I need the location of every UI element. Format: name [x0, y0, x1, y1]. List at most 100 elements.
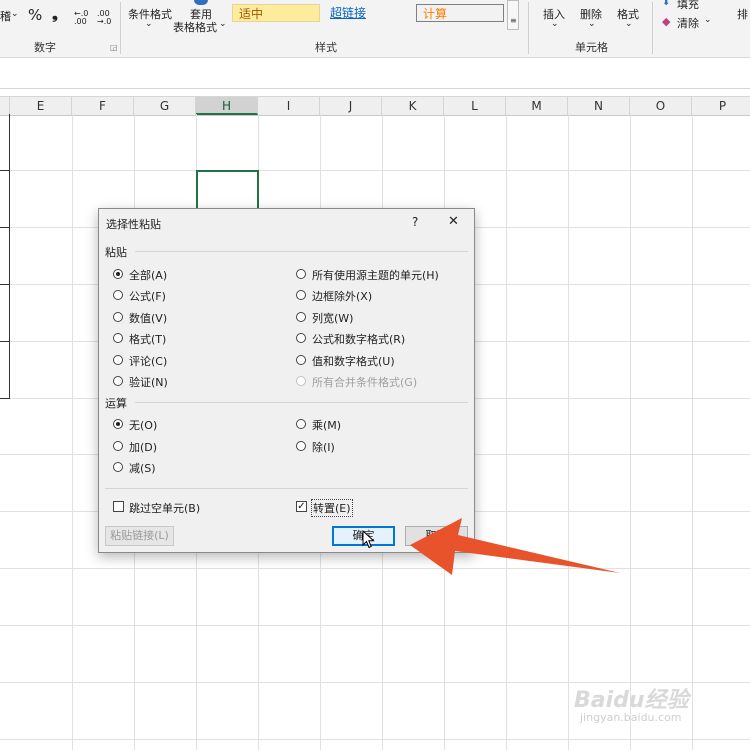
radio-paste-formulas[interactable]: [113, 290, 123, 300]
radio-op-subtract[interactable]: [113, 462, 123, 472]
table-border: [0, 227, 10, 228]
radio-paste-no-borders[interactable]: [296, 290, 306, 300]
column-header-n[interactable]: N: [568, 97, 630, 115]
grid-line: [506, 114, 507, 750]
radio-paste-validation-label[interactable]: 验证(N): [129, 374, 168, 390]
operation-section-label: 运算: [105, 397, 127, 410]
radio-op-subtract-label[interactable]: 减(S): [129, 460, 156, 476]
styles-scrollbar[interactable]: ≡: [507, 0, 519, 30]
ribbon: 稽 ⌄ % ❟ ←.0 .00 .00 →.0 数字 ◲ 条件格式 ⌄ 套用 表…: [0, 0, 750, 58]
chevron-down-icon: ⌄: [219, 19, 227, 29]
radio-op-add[interactable]: [113, 441, 123, 451]
column-header-p[interactable]: P: [692, 97, 750, 115]
column-header-k[interactable]: K: [382, 97, 444, 115]
radio-paste-formulas-label[interactable]: 公式(F): [129, 288, 166, 304]
paste-special-dialog: 选择性粘贴 ? ✕ 粘贴 全部(A) 公式(F) 数值(V) 格式(T) 评论(…: [98, 208, 475, 553]
grid-line: [0, 625, 750, 626]
section-divider: [105, 488, 468, 489]
radio-paste-column-widths-label[interactable]: 列宽(W): [312, 310, 353, 326]
column-header-m[interactable]: M: [506, 97, 568, 115]
table-border: [0, 398, 10, 399]
column-header-j[interactable]: J: [320, 97, 382, 115]
separator: [528, 2, 529, 54]
separator: [120, 2, 121, 54]
mouse-cursor-icon: [362, 530, 375, 549]
dialog-launcher-icon[interactable]: ◲: [110, 43, 118, 52]
grid-line: [0, 568, 750, 569]
number-group-label: 数字: [34, 41, 56, 54]
table-border: [0, 341, 10, 342]
radio-paste-column-widths[interactable]: [296, 312, 306, 322]
radio-op-multiply[interactable]: [296, 419, 306, 429]
radio-paste-comments[interactable]: [113, 355, 123, 365]
column-header-i[interactable]: I: [258, 97, 320, 115]
skip-blanks-label[interactable]: 跳过空单元(B): [129, 500, 200, 516]
table-format-label-2[interactable]: 表格格式: [173, 19, 217, 35]
radio-op-divide-label[interactable]: 除(I): [312, 439, 335, 455]
column-header-o[interactable]: O: [630, 97, 692, 115]
column-header-l[interactable]: L: [444, 97, 506, 115]
dropdown-arrow-icon[interactable]: ⌄: [11, 9, 19, 19]
column-header-h[interactable]: H: [196, 97, 258, 115]
table-format-icon: [194, 0, 208, 5]
comma-style-button[interactable]: ❟: [52, 5, 58, 23]
decrease-decimal-button[interactable]: .00 →.0: [97, 10, 115, 26]
radio-paste-formats-label[interactable]: 格式(T): [129, 331, 166, 347]
radio-op-divide[interactable]: [296, 441, 306, 451]
radio-paste-comments-label[interactable]: 评论(C): [129, 353, 167, 369]
increase-decimal-button[interactable]: ←.0 .00: [74, 10, 92, 26]
radio-op-none-label[interactable]: 无(O): [129, 417, 157, 433]
radio-paste-values-numbers-label[interactable]: 值和数字格式(U): [312, 353, 395, 369]
radio-paste-no-borders-label[interactable]: 边框除外(X): [312, 288, 372, 304]
section-divider: [135, 251, 468, 252]
more-styles-icon: ≡: [510, 16, 517, 25]
radio-paste-all-label[interactable]: 全部(A): [129, 267, 167, 283]
grid-line: [630, 114, 631, 750]
radio-paste-formulas-numbers[interactable]: [296, 333, 306, 343]
style-calculation[interactable]: 计算: [416, 4, 504, 22]
chevron-down-icon: ⌄: [551, 19, 559, 29]
sort-button-partial[interactable]: 排: [737, 6, 748, 22]
styles-group-label: 样式: [315, 41, 337, 54]
style-neutral[interactable]: 适中: [232, 4, 320, 22]
radio-paste-all[interactable]: [113, 269, 123, 279]
radio-paste-values-label[interactable]: 数值(V): [129, 310, 167, 326]
column-header-partial[interactable]: [0, 97, 10, 115]
radio-paste-validation[interactable]: [113, 376, 123, 386]
formula-bar-area[interactable]: [0, 58, 750, 89]
radio-paste-formulas-numbers-label[interactable]: 公式和数字格式(R): [312, 331, 405, 347]
column-header-f[interactable]: F: [72, 97, 134, 115]
radio-paste-formats[interactable]: [113, 333, 123, 343]
column-header-g[interactable]: G: [134, 97, 196, 115]
skip-blanks-checkbox[interactable]: [113, 501, 124, 512]
annotation-arrow: [410, 518, 620, 575]
style-hyperlink[interactable]: 超链接: [324, 4, 412, 22]
dialog-title: 选择性粘贴: [106, 218, 161, 231]
paste-link-button: 粘贴链接(L): [105, 526, 174, 546]
cells-group-label: 单元格: [575, 41, 608, 54]
watermark-url: jingyan.baidu.com: [580, 711, 682, 724]
help-button[interactable]: ?: [412, 215, 418, 229]
close-icon[interactable]: ✕: [448, 214, 459, 229]
table-border: [0, 284, 10, 285]
chevron-down-icon: ⌄: [588, 19, 596, 29]
radio-op-add-label[interactable]: 加(D): [129, 439, 157, 455]
radio-paste-source-theme-label[interactable]: 所有使用源主题的单元(H): [312, 267, 439, 283]
eraser-icon: ◆: [662, 15, 671, 28]
radio-paste-values[interactable]: [113, 312, 123, 322]
grid-line: [692, 114, 693, 750]
fill-button[interactable]: 填充: [677, 0, 699, 12]
radio-op-none[interactable]: [113, 419, 123, 429]
transpose-checkbox[interactable]: ✓: [296, 501, 307, 512]
column-header-row: E F G H I J K L M N O P: [0, 96, 750, 116]
radio-paste-values-numbers[interactable]: [296, 355, 306, 365]
radio-paste-source-theme[interactable]: [296, 269, 306, 279]
separator: [652, 2, 653, 54]
column-header-e[interactable]: E: [10, 97, 72, 115]
clear-button[interactable]: 清除: [677, 15, 699, 31]
percent-button[interactable]: %: [28, 6, 42, 24]
grid-line: [568, 114, 569, 750]
watermark-logo: Baidu经验: [574, 688, 689, 713]
transpose-label[interactable]: 转置(E): [311, 499, 353, 517]
radio-op-multiply-label[interactable]: 乘(M): [312, 417, 341, 433]
